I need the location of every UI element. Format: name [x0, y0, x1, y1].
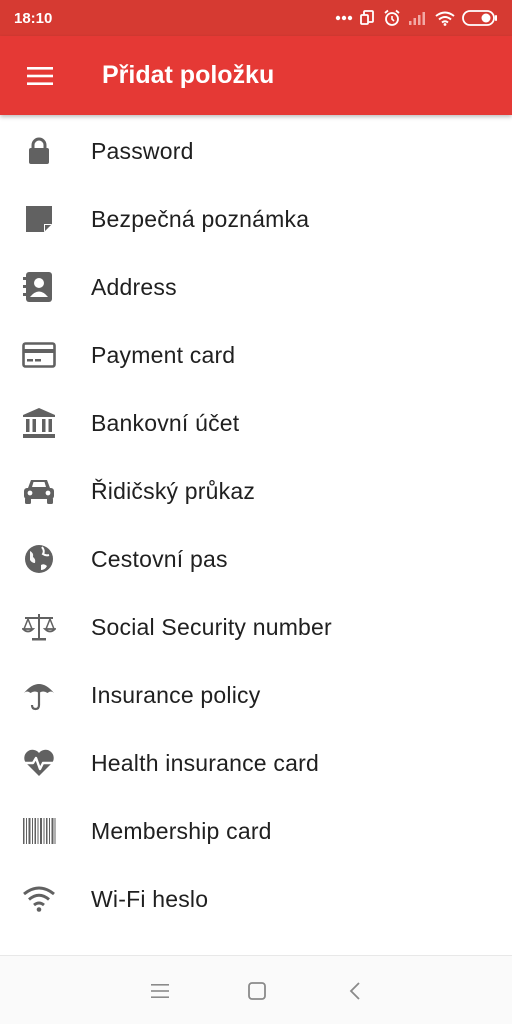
scales-icon — [22, 610, 56, 644]
home-icon — [248, 982, 266, 1000]
signal-icon — [409, 12, 425, 25]
list-item-label: Health insurance card — [91, 749, 319, 776]
list-item-passport[interactable]: Cestovní pas — [0, 525, 512, 593]
recent-apps-button[interactable] — [140, 974, 180, 1008]
wifi-icon — [22, 882, 56, 916]
list-item-label: Membership card — [91, 817, 272, 844]
list-item-label: Bezpečná poznámka — [91, 205, 310, 232]
list-item-health-insurance[interactable]: Health insurance card — [0, 729, 512, 797]
list-item-label: Password — [91, 137, 194, 164]
car-icon — [22, 474, 56, 508]
recent-apps-icon — [151, 984, 169, 998]
back-button[interactable] — [335, 974, 375, 1008]
list-item-address[interactable]: Address — [0, 253, 512, 321]
contact-book-icon — [22, 270, 56, 304]
barcode-icon — [22, 814, 56, 848]
system-nav-bar — [0, 955, 512, 1024]
battery-icon — [462, 10, 497, 26]
heart-pulse-icon — [22, 746, 56, 780]
list-item-password[interactable]: Password — [0, 117, 512, 185]
list-item-label: Wi-Fi heslo — [91, 885, 209, 912]
alarm-icon — [384, 9, 400, 26]
list-item-drivers-license[interactable]: Řidičský průkaz — [0, 457, 512, 525]
umbrella-icon — [22, 678, 56, 712]
list-item-label: Payment card — [91, 341, 236, 368]
hamburger-menu-icon — [27, 66, 53, 85]
more-dots-icon — [335, 15, 353, 21]
list-item-secure-note[interactable]: Bezpečná poznámka — [0, 185, 512, 253]
page-title: Přidat položku — [102, 61, 275, 89]
credit-card-icon — [22, 338, 56, 372]
back-icon — [349, 982, 360, 1000]
list-item-partial[interactable] — [0, 933, 512, 955]
list-item-label: Social Security number — [91, 613, 332, 640]
wifi-status-icon — [435, 11, 455, 26]
globe-icon — [22, 542, 56, 576]
list-item-social-security[interactable]: Social Security number — [0, 593, 512, 661]
screenshot-icon — [360, 10, 374, 25]
list-item-label: Insurance policy — [91, 681, 261, 708]
list-item-insurance-policy[interactable]: Insurance policy — [0, 661, 512, 729]
bank-icon — [22, 406, 56, 440]
status-bar: 18:10 — [0, 0, 512, 36]
item-type-list: Password Bezpečná poznámka Address Payme… — [0, 117, 512, 955]
list-item-bank-account[interactable]: Bankovní účet — [0, 389, 512, 457]
list-item-label: Cestovní pas — [91, 545, 228, 572]
list-item-label: Bankovní účet — [91, 409, 240, 436]
note-icon — [22, 202, 56, 236]
home-button[interactable] — [237, 974, 277, 1008]
menu-button[interactable] — [0, 36, 80, 115]
list-item-payment-card[interactable]: Payment card — [0, 321, 512, 389]
status-icons — [335, 9, 498, 27]
list-item-wifi-password[interactable]: Wi-Fi heslo — [0, 865, 512, 933]
status-time: 18:10 — [14, 9, 53, 27]
app-bar: Přidat položku — [0, 36, 512, 115]
list-item-label: Řidičský průkaz — [91, 477, 256, 504]
list-item-label: Address — [91, 273, 177, 300]
lock-icon — [22, 134, 56, 168]
list-item-membership-card[interactable]: Membership card — [0, 797, 512, 865]
